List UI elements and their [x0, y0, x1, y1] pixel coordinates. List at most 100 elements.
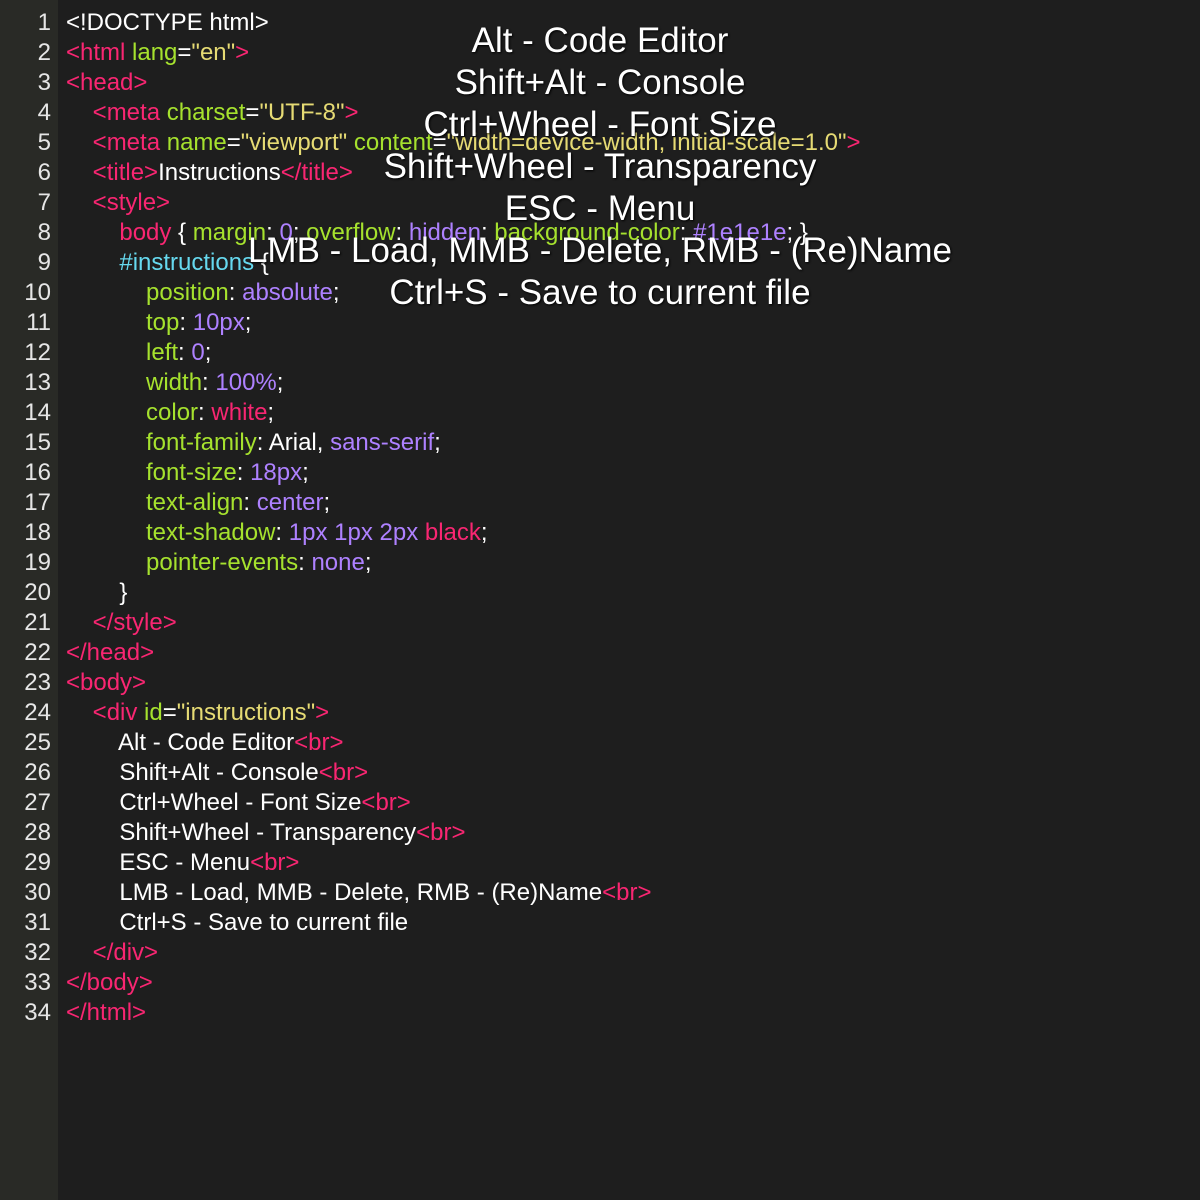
code-line[interactable]: 29 ESC - Menu<br> [0, 848, 1200, 878]
line-number: 33 [24, 969, 51, 996]
code-text: pointer-events: none; [66, 548, 372, 578]
code-line[interactable]: 10 position: absolute; [0, 278, 1200, 308]
code-token: </body> [66, 969, 153, 996]
code-line[interactable]: 33 </body> [0, 968, 1200, 998]
code-token: : [178, 339, 192, 366]
code-token: "viewport" [240, 129, 348, 156]
code-token: : [243, 489, 257, 516]
code-token: <br> [361, 789, 411, 816]
code-line[interactable]: 1 <!DOCTYPE html> [0, 8, 1200, 38]
line-number: 24 [24, 699, 51, 726]
code-line[interactable]: 9 #instructions { [0, 248, 1200, 278]
code-token: : [236, 459, 251, 486]
code-token: ; [292, 219, 307, 246]
code-token: Ctrl+Wheel - Font Size [66, 789, 362, 816]
line-number: 16 [24, 459, 51, 486]
code-line[interactable]: 8 body { margin: 0; overflow: hidden; ba… [0, 218, 1200, 248]
code-line[interactable]: 28 Shift+Wheel - Transparency<br> [0, 818, 1200, 848]
line-number: 10 [24, 279, 51, 306]
code-token: </head> [66, 639, 155, 666]
code-text: Ctrl+Wheel - Font Size<br> [66, 788, 411, 818]
code-text: LMB - Load, MMB - Delete, RMB - (Re)Name… [66, 878, 651, 908]
code-line[interactable]: 26 Shift+Alt - Console<br> [0, 758, 1200, 788]
code-token: 1px 1px 2px [288, 519, 425, 546]
code-line[interactable]: 5 <meta name="viewport" content="width=d… [0, 128, 1200, 158]
line-number: 17 [24, 489, 51, 516]
code-token: : [202, 369, 216, 396]
code-line[interactable]: 30 LMB - Load, MMB - Delete, RMB - (Re)N… [0, 878, 1200, 908]
code-token: = [162, 699, 177, 726]
line-number: 18 [24, 519, 51, 546]
code-line[interactable]: 23 <body> [0, 668, 1200, 698]
line-number: 11 [26, 309, 51, 336]
code-line[interactable]: 21 </style> [0, 608, 1200, 638]
code-text: <style> [66, 188, 170, 218]
code-token: Alt - Code Editor [66, 729, 295, 756]
code-token: ; [276, 369, 284, 396]
code-line[interactable]: 7 <style> [0, 188, 1200, 218]
code-area[interactable]: 1 <!DOCTYPE html> 2 <html lang="en"> 3 <head>… [0, 8, 1200, 1028]
code-line[interactable]: 17 text-align: center; [0, 488, 1200, 518]
code-token: ; [244, 309, 252, 336]
code-line[interactable]: 34 </html> [0, 998, 1200, 1028]
code-token: ; [302, 459, 309, 486]
code-token: "UTF-8" [259, 99, 345, 126]
code-line[interactable]: 2 <html lang="en"> [0, 38, 1200, 68]
code-token: <meta [92, 129, 167, 156]
code-line[interactable]: 15 font-family: Arial, sans-serif; [0, 428, 1200, 458]
code-line[interactable]: 6 <title>Instructions</title> [0, 158, 1200, 188]
code-line[interactable]: 13 width: 100%; [0, 368, 1200, 398]
code-line[interactable]: 22 </head> [0, 638, 1200, 668]
code-token: { [254, 249, 269, 276]
code-token: <br> [294, 729, 344, 756]
code-line[interactable]: 4 <meta charset="UTF-8"> [0, 98, 1200, 128]
code-token: : [679, 219, 694, 246]
code-line[interactable]: 24 <div id="instructions"> [0, 698, 1200, 728]
code-token: </html> [66, 999, 147, 1026]
line-number: 34 [24, 999, 51, 1026]
code-line[interactable]: 14 color: white; [0, 398, 1200, 428]
code-line[interactable]: 16 font-size: 18px; [0, 458, 1200, 488]
code-editor[interactable]: 1 <!DOCTYPE html> 2 <html lang="en"> 3 <head>… [0, 0, 1200, 1200]
code-token: "en" [191, 39, 236, 66]
code-line[interactable]: 32 </div> [0, 938, 1200, 968]
code-line[interactable]: 11 top: 10px; [0, 308, 1200, 338]
code-line[interactable]: 19 pointer-events: none; [0, 548, 1200, 578]
code-text: text-align: center; [66, 488, 330, 518]
code-token: <html [66, 39, 133, 66]
code-text: </body> [66, 968, 153, 998]
code-line[interactable]: 27 Ctrl+Wheel - Font Size<br> [0, 788, 1200, 818]
code-text: Alt - Code Editor<br> [66, 728, 343, 758]
code-token: text-shadow [146, 519, 276, 546]
code-text: top: 10px; [66, 308, 251, 338]
line-number: 8 [37, 219, 51, 246]
line-number: 28 [24, 819, 51, 846]
code-token: ; [204, 339, 212, 366]
code-token: Ctrl+S - Save to current file [66, 909, 409, 936]
code-token: ESC - Menu [66, 849, 251, 876]
code-token: lang [132, 39, 178, 66]
code-line[interactable]: 3 <head> [0, 68, 1200, 98]
code-token: > [235, 39, 250, 66]
code-line[interactable]: 25 Alt - Code Editor<br> [0, 728, 1200, 758]
code-text: position: absolute; [66, 278, 340, 308]
line-number: 32 [24, 939, 51, 966]
line-number: 20 [24, 579, 51, 606]
code-token: overflow [306, 219, 396, 246]
code-line[interactable]: 20 } [0, 578, 1200, 608]
line-number: 26 [24, 759, 51, 786]
code-token: 0 [191, 339, 205, 366]
code-line[interactable]: 31 Ctrl+S - Save to current file [0, 908, 1200, 938]
code-line[interactable]: 12 left: 0; [0, 338, 1200, 368]
code-token: black [424, 519, 481, 546]
code-token: 0 [279, 219, 293, 246]
code-token: ; [364, 549, 372, 576]
code-token: sans-serif [330, 429, 435, 456]
code-line[interactable]: 18 text-shadow: 1px 1px 2px black; [0, 518, 1200, 548]
